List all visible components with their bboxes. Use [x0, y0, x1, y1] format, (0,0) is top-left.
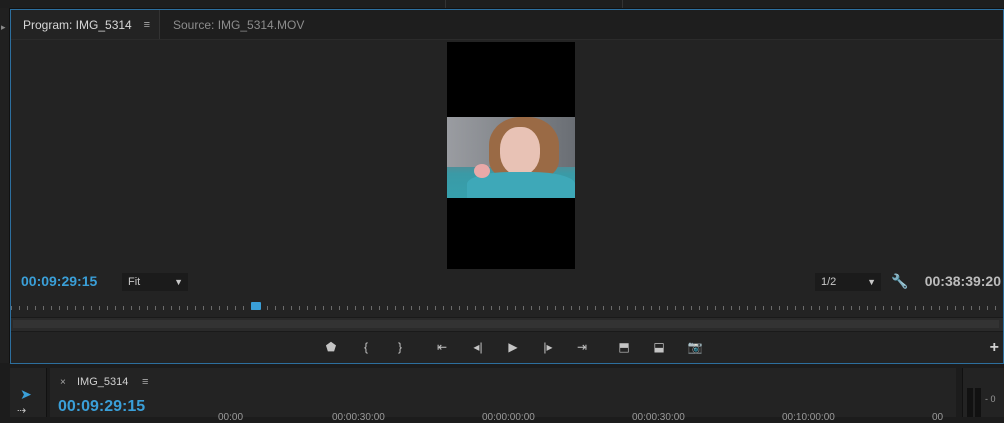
ruler-label: 00:00	[218, 412, 244, 423]
top-panel-strip	[0, 0, 1004, 9]
button-editor-add-icon[interactable]: +	[990, 339, 999, 357]
selection-tool-icon[interactable]: ➤	[20, 386, 32, 403]
step-back-icon[interactable]: ◂|	[469, 339, 487, 355]
timeline-area: ➤ ⇢ × IMG_5314 ≡ 00:09:29:15 00:00 00:00:…	[0, 364, 1004, 423]
video-frame	[447, 117, 575, 198]
panel-menu-icon[interactable]: ≡	[144, 10, 150, 40]
panel-divider	[622, 0, 623, 8]
video-preview[interactable]	[447, 42, 575, 269]
ruler-label: 00:10:00:00	[782, 412, 835, 423]
ruler-label: 00:00:30:00	[332, 412, 385, 423]
tab-program-label: Program: IMG_5314	[23, 18, 132, 32]
close-icon[interactable]: ×	[60, 377, 66, 388]
timeline-panel: × IMG_5314 ≡ 00:09:29:15 00:00 00:00:30:0…	[50, 368, 956, 423]
meter-bar-left	[967, 388, 973, 417]
collapse-arrow-icon[interactable]: ▸	[1, 22, 6, 33]
zoom-scrollbar[interactable]	[11, 317, 1003, 332]
zoom-level-select[interactable]: Fit ▼	[122, 273, 188, 291]
left-panel-edge: ▸	[0, 8, 10, 363]
tab-source[interactable]: Source: IMG_5314.MOV	[161, 10, 316, 39]
playhead-timecode[interactable]: 00:09:29:15	[21, 273, 97, 289]
ruler-label: 00	[932, 412, 944, 423]
timeline-timecode[interactable]: 00:09:29:15	[58, 398, 145, 416]
track-select-tool-icon[interactable]: ⇢	[17, 404, 26, 417]
go-to-out-icon[interactable]: ⇥	[573, 339, 591, 355]
marker-icon[interactable]: ⬟	[322, 339, 340, 355]
audio-meter: - 0	[962, 368, 1004, 417]
tools-panel: ➤ ⇢	[10, 368, 47, 417]
export-frame-icon[interactable]: 📷	[686, 339, 704, 355]
play-icon[interactable]: ▶	[504, 339, 522, 355]
meter-bar-right	[975, 388, 981, 417]
chevron-down-icon: ▼	[174, 277, 183, 287]
panel-divider	[445, 0, 446, 8]
extract-icon[interactable]: ⬓	[650, 339, 668, 355]
zoom-level-value: Fit	[128, 276, 141, 288]
playhead-marker[interactable]	[251, 302, 261, 310]
settings-wrench-icon[interactable]: 🔧	[891, 273, 908, 290]
time-ruler[interactable]	[11, 300, 1003, 312]
chevron-down-icon: ▼	[867, 277, 876, 287]
panel-menu-icon[interactable]: ≡	[142, 376, 148, 388]
resolution-value: 1/2	[821, 276, 837, 288]
playback-resolution-select[interactable]: 1/2 ▼	[815, 273, 881, 291]
mark-in-icon[interactable]: {	[357, 339, 375, 355]
go-to-in-icon[interactable]: ⇤	[433, 339, 451, 355]
tab-program[interactable]: Program: IMG_5314 ≡	[11, 10, 160, 39]
step-forward-icon[interactable]: |▸	[539, 339, 557, 355]
duration-timecode: 00:38:39:20	[924, 273, 1001, 289]
sequence-name[interactable]: IMG_5314	[77, 376, 128, 388]
tab-source-label: Source: IMG_5314.MOV	[173, 18, 305, 32]
program-monitor-panel: Program: IMG_5314 ≡ Source: IMG_5314.MOV…	[10, 9, 1004, 364]
lift-icon[interactable]: ⬒	[615, 339, 633, 355]
scrollbar-thumb[interactable]	[13, 320, 999, 328]
mark-out-icon[interactable]: }	[391, 339, 409, 355]
monitor-tab-bar: Program: IMG_5314 ≡ Source: IMG_5314.MOV	[11, 10, 1003, 40]
ruler-label: 00:00:30:00	[632, 412, 685, 423]
meter-label: - 0	[985, 394, 996, 404]
ruler-label: 00:00:00:00	[482, 412, 535, 423]
